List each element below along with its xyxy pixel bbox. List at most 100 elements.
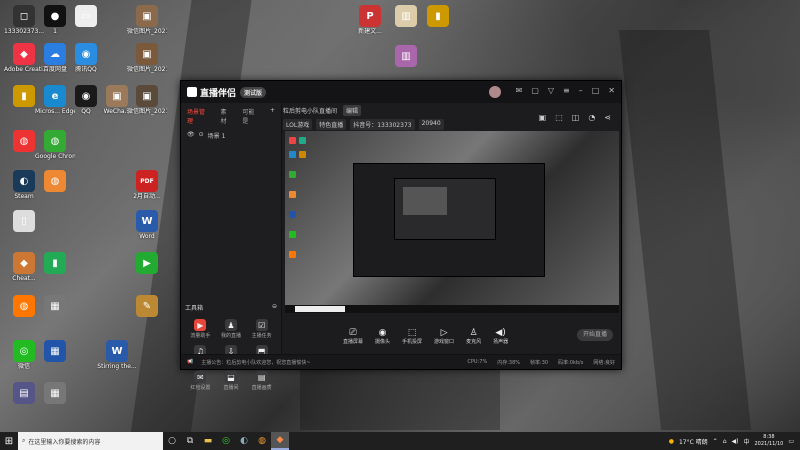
tab-2[interactable]: 可能是 [242,107,260,125]
source-icon: ♙ [469,327,478,338]
desktop-icon[interactable]: ▦ [35,340,75,363]
maximize-icon[interactable]: □ [592,86,600,98]
add-scene-icon[interactable]: + [270,107,275,125]
gift-icon[interactable]: ◫ [572,113,580,122]
stream-chip: 20940 [418,119,444,130]
tool-item[interactable]: ♟ 我的直播 [216,319,247,339]
desktop-icon[interactable]: ▣微信图片_2021042... [127,43,167,73]
preview-icon [289,137,296,144]
desktop-icon[interactable]: ▯ [4,210,44,233]
desktop-app-icon: W [106,340,128,362]
status-bar: 📢 主播公告：粒后剪电小队欢迎您，祝您直播愉快~ CPU:7% 内存:38% 帧率:… [181,354,621,369]
tool-item[interactable]: ✉ 红包设置 [185,371,216,391]
task-view-icon[interactable]: ○ [163,432,181,450]
title-bar: 直播伴侣 测试版 ✉ ▢ ▽ ≡ – □ ✕ [181,81,621,103]
volume-icon[interactable]: ◀) [732,438,739,445]
tab-1[interactable]: 素材 [221,107,233,125]
tool-label: 直播间 [223,385,239,391]
desktop-icon[interactable]: ✎ [127,295,167,318]
desktop-app-icon: ◉ [75,43,97,65]
tool-item[interactable]: ▶ 流量助手 [185,319,216,339]
desktop-icon-label: 2月自动... [133,193,161,200]
bell-icon[interactable]: ◔ [588,113,595,122]
minimize-icon[interactable]: – [579,86,583,98]
desktop-icon[interactable]: ▥ [386,45,426,68]
avatar[interactable] [488,86,501,98]
tool-item[interactable]: ▤ 直播画质 [246,371,277,391]
announce-icon: 📢 [187,359,194,365]
desktop-icon[interactable]: ◍Google Chrome [35,130,75,160]
search-icon: ⌕ [22,437,26,444]
source-button[interactable]: ◉ 摄像头 [375,328,390,345]
menu-icon[interactable]: ≡ [563,86,570,98]
desktop-icon[interactable]: ▦ [35,382,75,405]
desktop-icon[interactable]: PDF 2月自动... [127,170,167,200]
start-live-button[interactable]: 开始直播 [577,329,613,341]
tool-icon: ☑ [255,319,268,331]
live-preview[interactable] [285,131,619,313]
desktop-icon[interactable]: ◍ [35,170,75,193]
desktop-icon-label: Google Chrome [35,153,75,160]
task-switch-icon[interactable]: ⧉ [181,432,199,450]
desktop-icon-label: 微信图片_2021042... [127,66,167,73]
desktop-icon[interactable]: ▮ [418,5,458,28]
desktop-icon[interactable]: W Word [127,210,167,240]
mail-icon[interactable]: ✉ [516,86,523,98]
lock-icon[interactable]: ⊙ [199,131,204,140]
settings-icon[interactable]: ⊖ [272,303,277,312]
tool-item[interactable]: ☑ 主播任务 [246,319,277,339]
desktop-app-icon: ☁ [44,43,66,65]
source-bar: ⎚ 直播屏幕 ◉ 摄像头 ⬚ 手机投屏 ▷ 游戏窗口 ♙ 麦克风 ◀) 扬声器 [283,321,621,351]
tab-0[interactable]: 场景管理 [187,107,211,125]
left-panel: 场景管理 素材 可能是 + 👁 ⊙ 场景 1 工具箱 ⊖ ▶ 流量助手 ♟ 我的直播 ☑ 主播任… [181,103,282,391]
desktop-icon[interactable]: W Stirring the... [97,340,137,370]
desktop-app-icon: ▦ [44,295,66,317]
desktop-icon-label: Stirring the... [97,363,137,370]
desktop-icon[interactable]: ▶ [127,252,167,275]
desktop-icon[interactable]: ▭ [66,5,106,28]
temperature[interactable]: 17°C 晴朗 [679,437,708,446]
source-button[interactable]: ▷ 游戏窗口 [434,328,454,345]
message-icon[interactable]: ▢ [531,86,539,98]
source-button[interactable]: ⬚ 手机投屏 [402,328,422,345]
chrome-icon[interactable]: ◍ [253,432,271,450]
desktop-app-icon: ◉ [75,85,97,107]
preview-nested-window [403,187,447,215]
stream-chip: 特色直播 [316,119,347,130]
clock[interactable]: 8:38 2021/11/10 [755,434,784,448]
source-icon: ⎚ [349,327,357,338]
visible-icon[interactable]: 👁 [187,131,195,140]
source-button[interactable]: ◀) 扬声器 [493,328,508,345]
desktop-app-icon: W [136,210,158,232]
desktop-icon[interactable]: ◉ 腾讯QQ [66,43,106,73]
desktop-icon[interactable]: P 新建文... [350,5,390,35]
desktop-app-icon: ▥ [395,45,417,67]
desktop-icon[interactable]: ▣微信图片_2021042... [127,85,167,115]
shirt-icon[interactable]: ▽ [548,86,554,98]
ime-icon[interactable]: 中 [743,437,749,446]
taskbar-search[interactable]: ⌕ 在这里输入你要搜索的内容 [18,432,163,450]
desktop-icon[interactable]: ▮ [35,252,75,275]
tool-item[interactable]: ⬓ 直播间 [216,371,247,391]
close-icon[interactable]: ✕ [608,86,615,98]
steam-icon[interactable]: ◐ [235,432,253,450]
left-tabs: 场景管理 素材 可能是 + [181,103,281,129]
windows-start-icon[interactable]: ⊞ [0,436,18,447]
source-button[interactable]: ♙ 麦克风 [466,328,481,345]
scene-item[interactable]: 👁 ⊙ 场景 1 [181,129,281,142]
source-icon: ⬚ [407,327,417,338]
source-button[interactable]: ⎚ 直播屏幕 [343,328,363,345]
desktop-icon[interactable]: ▣微信图片_2021042... [127,5,167,35]
live-companion-taskbar-icon[interactable]: ◆ [271,432,289,450]
edit-button[interactable]: 编辑 [343,105,362,116]
network-icon[interactable]: ⌂ [723,438,727,445]
screenshot-icon[interactable]: ▣ [539,113,547,122]
file-explorer-icon[interactable]: ▬ [199,432,217,450]
tray-up-icon[interactable]: ⌃ [713,438,718,445]
record-icon[interactable]: ⬚ [555,113,563,122]
wechat-icon[interactable]: ◎ [217,432,235,450]
desktop-app-icon: ▣ [136,85,158,107]
share-icon[interactable]: ⋖ [604,113,611,122]
notification-icon[interactable]: ▭ [788,438,794,445]
desktop-icon[interactable]: ▦ [35,295,75,318]
